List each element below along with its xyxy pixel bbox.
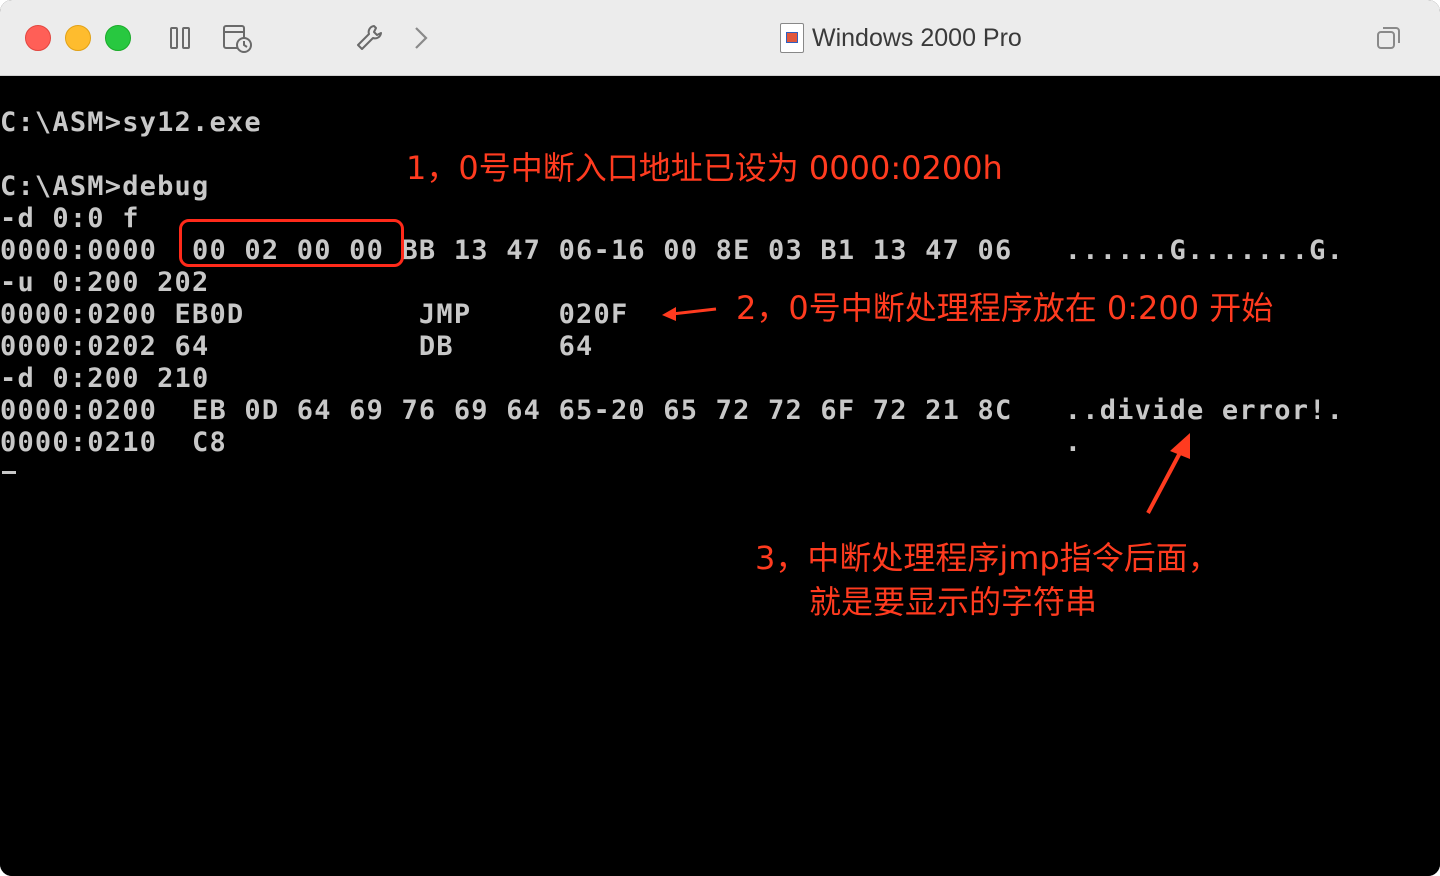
maximize-button[interactable]	[105, 25, 131, 51]
annotation-arrow-icon	[1146, 433, 1190, 514]
vm-document-icon	[780, 23, 804, 53]
settings-wrench-icon[interactable]	[354, 22, 386, 54]
terminal-screen[interactable]: C:\ASM>sy12.exe C:\ASM>debug -d 0:0 f 00…	[0, 77, 1440, 876]
minimize-button[interactable]	[65, 25, 91, 51]
terminal-line: 0000:0200 EB0D JMP 020F	[0, 299, 629, 330]
interrupt-vector-highlight-box	[179, 219, 404, 267]
terminal-line: 0000:0200 EB 0D 64 69 76 69 64 65-20 65 …	[0, 395, 1345, 426]
chevron-right-icon[interactable]	[404, 22, 436, 54]
title-bar: Windows 2000 Pro	[0, 0, 1440, 76]
terminal-line: 0000:0202 64 DB 64	[0, 331, 594, 362]
terminal-line: -u 0:200 202	[0, 267, 210, 298]
terminal-line: C:\ASM>sy12.exe	[0, 107, 262, 138]
window-title-group: Windows 2000 Pro	[780, 20, 1022, 56]
close-button[interactable]	[25, 25, 51, 51]
terminal-line: -d 0:0 f	[0, 203, 140, 234]
snapshot-icon[interactable]	[221, 22, 253, 54]
annotation-arrow-icon	[662, 307, 717, 321]
terminal-line: 0000:0210 C8 .	[0, 427, 1083, 458]
annotation-note-3-line-2: 就是要显示的字符串	[809, 583, 1098, 621]
annotation-note-1: 1，0号中断入口地址已设为 0000:0200h	[406, 149, 1003, 187]
terminal-line: -d 0:200 210	[0, 363, 210, 394]
terminal-line: C:\ASM>debug	[0, 171, 210, 202]
terminal-cursor	[2, 471, 16, 474]
vm-window: Windows 2000 Pro C:\ASM>sy12.exe C:\ASM>…	[0, 0, 1440, 876]
window-title: Windows 2000 Pro	[812, 23, 1022, 52]
pause-icon[interactable]	[164, 22, 196, 54]
annotation-note-2: 2，0号中断处理程序放在 0:200 开始	[736, 289, 1274, 327]
annotation-note-3-line-1: 3，中断处理程序jmp指令后面，	[755, 539, 1220, 577]
window-restore-icon[interactable]	[1372, 22, 1404, 54]
